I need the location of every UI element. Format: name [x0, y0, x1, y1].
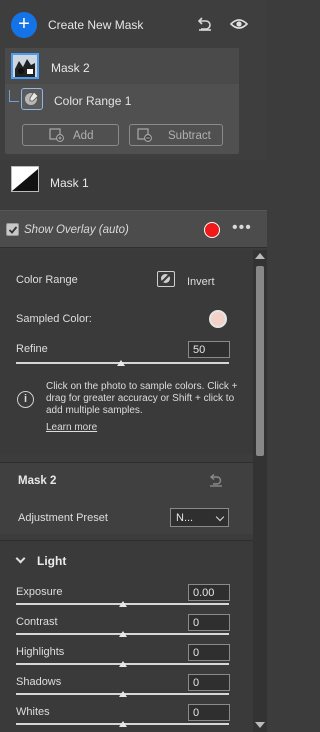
sampled-color-label: Sampled Color: — [16, 313, 92, 325]
scroll-up-arrow-icon[interactable] — [255, 253, 265, 259]
checkmark-icon — [8, 226, 18, 234]
chevron-down-icon — [215, 512, 225, 522]
show-overlay-checkbox[interactable] — [6, 223, 19, 236]
refine-value-field[interactable]: 50 — [188, 341, 230, 358]
slider-knob[interactable] — [118, 601, 127, 607]
info-icon: i — [17, 391, 34, 408]
light-section-title[interactable]: Light — [37, 554, 66, 568]
mask-label: Mask 2 — [51, 61, 90, 75]
reset-icon[interactable] — [196, 15, 214, 33]
mask-list-item[interactable]: Mask 2 — [5, 48, 239, 84]
refine-slider-knob[interactable] — [117, 360, 125, 366]
eye-icon[interactable] — [230, 16, 248, 32]
create-new-mask-label: Create New Mask — [48, 18, 144, 32]
scroll-down-arrow-icon[interactable] — [255, 722, 265, 728]
show-overlay-label: Show Overlay (auto) — [24, 224, 129, 236]
invert-icon[interactable] — [157, 271, 175, 287]
color-range-title: Color Range — [16, 274, 78, 286]
color-range-instructions: Click on the photo to sample colors. Cli… — [46, 381, 238, 416]
slider-label: Contrast — [16, 616, 58, 628]
slider-knob[interactable] — [118, 631, 127, 637]
subtract-button[interactable]: Subtract — [129, 124, 223, 146]
slider-knob[interactable] — [118, 721, 127, 727]
slider-value-field[interactable]: 0 — [188, 674, 230, 691]
reset-icon[interactable] — [208, 473, 224, 487]
refine-label: Refine — [16, 343, 48, 355]
plus-icon[interactable]: + — [11, 12, 37, 38]
masks-panel: + Create New Mask Mask 2 Color Range 1 A… — [0, 0, 267, 160]
invert-label[interactable]: Invert — [187, 276, 215, 288]
scrollbar-thumb[interactable] — [256, 266, 264, 456]
mask-thumbnail — [11, 166, 39, 192]
slider-knob[interactable] — [118, 691, 127, 697]
create-new-mask-row[interactable]: + Create New Mask — [0, 10, 267, 40]
mask-component-item[interactable]: Color Range 1 — [5, 86, 239, 114]
subtract-mask-icon — [137, 128, 152, 142]
mask-label: Mask 1 — [50, 176, 89, 190]
adjustment-preset-dropdown[interactable]: N... — [170, 508, 229, 527]
component-label: Color Range 1 — [54, 94, 132, 108]
overlay-color-swatch[interactable] — [204, 222, 220, 238]
mask-2-group: Mask 2 Color Range 1 Add Subtract — [5, 48, 239, 154]
slider-label: Exposure — [16, 586, 63, 598]
tree-connector — [9, 90, 19, 102]
slider-label: Whites — [16, 706, 50, 718]
more-options-icon[interactable]: ••• — [232, 219, 252, 237]
slider-label: Highlights — [16, 646, 65, 658]
slider-knob[interactable] — [118, 661, 127, 667]
slider-value-field[interactable]: 0.00 — [188, 584, 230, 601]
slider-value-field[interactable]: 0 — [188, 644, 230, 661]
mask-thumbnail — [11, 53, 39, 79]
slider-value-field[interactable]: 0 — [188, 704, 230, 721]
slider-value-field[interactable]: 0 — [188, 614, 230, 631]
subtract-label: Subtract — [168, 130, 211, 142]
adjustment-preset-label: Adjustment Preset — [18, 512, 108, 524]
add-label: Add — [73, 130, 94, 142]
learn-more-link[interactable]: Learn more — [46, 422, 97, 433]
mask-list-item[interactable]: Mask 1 — [0, 165, 267, 197]
add-mask-icon — [49, 128, 64, 142]
sampled-color-swatch[interactable] — [209, 310, 227, 328]
preset-value: N... — [176, 512, 194, 524]
color-range-icon — [21, 88, 43, 110]
mask-properties-title: Mask 2 — [18, 475, 57, 487]
add-button[interactable]: Add — [22, 124, 119, 146]
overlay-bar: Show Overlay (auto) ••• — [0, 210, 267, 248]
slider-label: Shadows — [16, 676, 62, 688]
